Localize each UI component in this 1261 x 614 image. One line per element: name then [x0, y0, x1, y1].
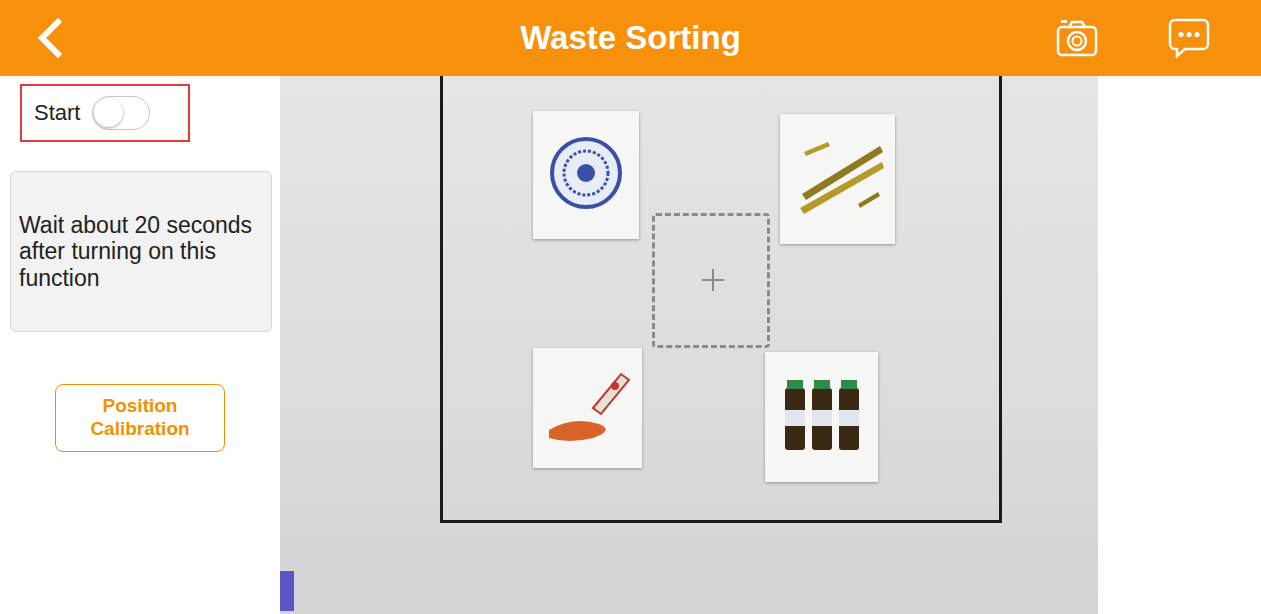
chopsticks-icon	[790, 134, 886, 224]
back-arrow-icon[interactable]	[32, 18, 72, 58]
start-switch[interactable]	[92, 96, 150, 130]
camera-icon[interactable]	[1055, 18, 1099, 58]
bottles-icon	[777, 372, 867, 462]
plate-icon	[546, 135, 626, 215]
notice-card: Wait about 20 seconds after turning on t…	[10, 171, 272, 332]
plate-card	[533, 111, 639, 239]
chopsticks-card	[780, 114, 895, 244]
page-title: Waste Sorting	[0, 19, 1261, 57]
bin-edge	[280, 571, 294, 611]
start-label: Start	[34, 100, 80, 126]
placement-area	[652, 213, 770, 348]
start-control: Start	[20, 84, 190, 142]
sorting-frame	[440, 76, 1002, 523]
bottles-card	[765, 352, 878, 482]
chat-icon[interactable]	[1167, 17, 1211, 59]
camera-view	[280, 76, 1098, 614]
ketchup-icon	[543, 368, 633, 448]
switch-knob	[94, 98, 123, 127]
right-margin	[1098, 76, 1261, 614]
control-panel: Start Wait about 20 seconds after turnin…	[0, 76, 280, 614]
app-header: Waste Sorting	[0, 0, 1261, 76]
calibration-button[interactable]: Position Calibration	[55, 384, 225, 452]
ketchup-card	[533, 348, 642, 468]
